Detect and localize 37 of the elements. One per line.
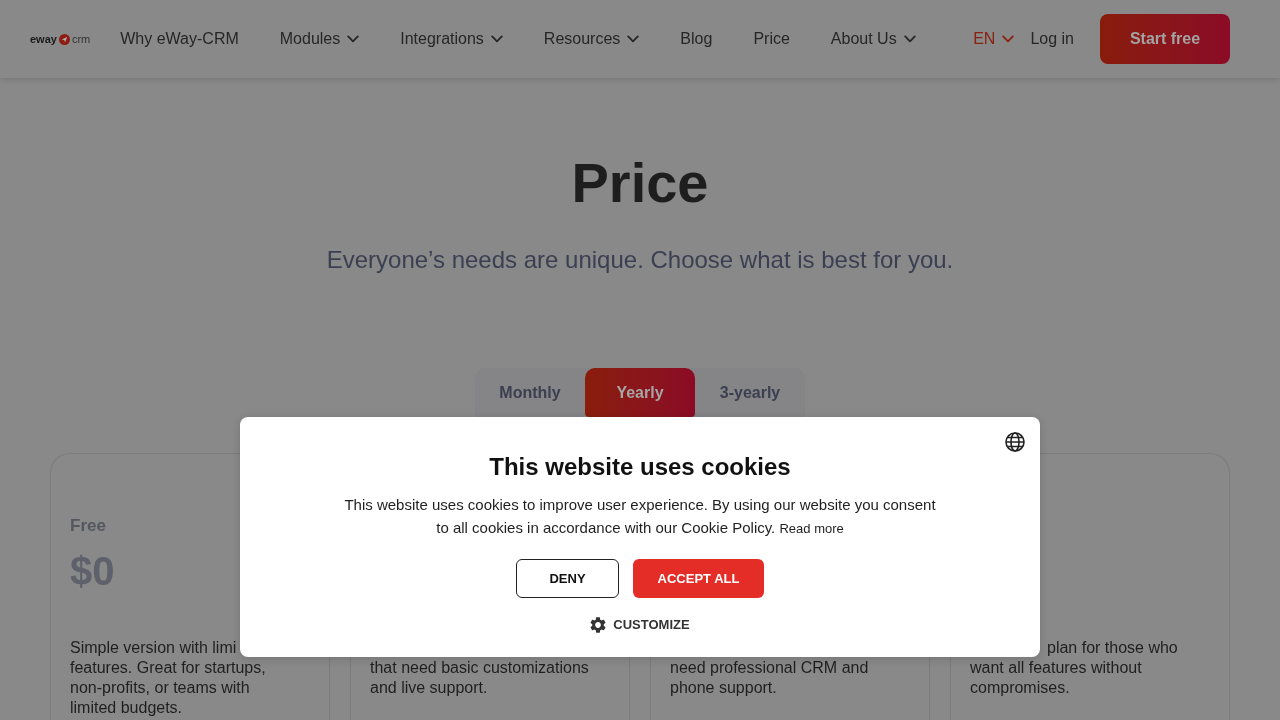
dialog-message: This website uses cookies to improve user experience. By using our website you consent to all cookies in accordance with our Cookie Policy. Read more	[343, 495, 937, 538]
customize-button[interactable]: CUSTOMIZE	[590, 617, 690, 633]
billing-tab[interactable]: 3-yearly	[695, 368, 805, 417]
start-free-button[interactable]: Start free	[1100, 14, 1230, 64]
plan-description: phone support.	[670, 678, 777, 698]
dialog-title: This website uses cookies	[489, 453, 791, 481]
plan-description: non-profits, or teams with	[70, 678, 250, 698]
plan-description: that need basic customizations	[370, 658, 589, 678]
nav-link[interactable]: Price	[753, 27, 790, 51]
nav-link[interactable]: Resources	[543, 27, 640, 51]
plan-description: compromises.	[970, 678, 1070, 698]
plan-description: Simple version with limi	[70, 638, 237, 658]
accept-all-button[interactable]: ACCEPT ALL	[633, 559, 764, 598]
plan-description: need professional CRM and	[670, 658, 869, 678]
nav-link[interactable]: Blog	[680, 27, 713, 51]
deny-button[interactable]: DENY	[516, 559, 619, 598]
globe-icon[interactable]	[1005, 432, 1025, 452]
chevron-down-icon	[1002, 35, 1015, 43]
language-selector[interactable]: EN	[973, 27, 1015, 51]
nav-link[interactable]: Integrations	[400, 27, 503, 51]
page-title: Price	[571, 155, 709, 211]
plan-description: and live support.	[370, 678, 488, 698]
plan-description: features. Great for startups,	[70, 658, 266, 678]
page-subtitle: Everyone’s needs are unique. Choose what is best for you.	[326, 245, 954, 275]
nav-link[interactable]: Modules	[279, 27, 360, 51]
logo[interactable]: eway crm	[30, 33, 91, 45]
plan-description: plan for those who	[1047, 638, 1178, 658]
billing-tab[interactable]: Yearly	[585, 368, 695, 417]
nav-link[interactable]: About Us	[830, 27, 916, 51]
plan-description: limited budgets.	[70, 698, 183, 718]
billing-tab[interactable]: Monthly	[475, 368, 585, 417]
settings-icon	[590, 617, 607, 633]
nav-link[interactable]: Why eWay-CRM	[120, 27, 239, 51]
login-link[interactable]: Log in	[1030, 27, 1074, 51]
logo-mark-icon	[58, 33, 70, 45]
read-more-link[interactable]: Read more	[779, 521, 844, 536]
plan-description: want all features without	[970, 658, 1142, 678]
